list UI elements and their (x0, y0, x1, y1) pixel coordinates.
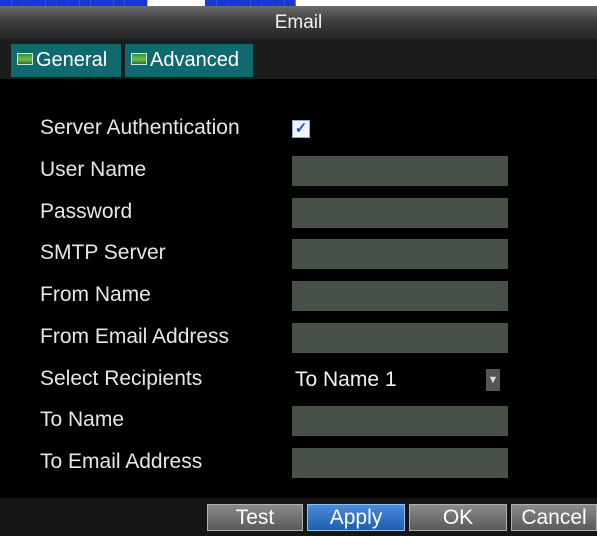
select-recipients-value: To Name 1 (295, 368, 397, 391)
dropdown-arrow-icon[interactable]: ▼ (486, 369, 500, 391)
to-name-label: To Name (40, 408, 125, 431)
cancel-button[interactable]: Cancel (511, 504, 597, 531)
server-authentication-checkbox[interactable]: ✓ (292, 120, 310, 138)
from-name-row: From Name (0, 279, 597, 313)
to-email-address-label: To Email Address (40, 450, 203, 473)
server-authentication-row: Server Authentication ✓ (0, 112, 597, 146)
user-name-label: User Name (40, 158, 147, 181)
tab-advanced[interactable]: Advanced (125, 44, 253, 77)
test-button[interactable]: Test (207, 504, 303, 531)
user-name-field[interactable] (292, 156, 508, 186)
to-email-address-field[interactable] (292, 448, 508, 478)
select-recipients-label: Select Recipients (40, 367, 203, 390)
tab-picture-icon (131, 53, 147, 65)
password-label: Password (40, 200, 133, 223)
to-name-field[interactable] (292, 406, 508, 436)
to-name-row: To Name (0, 404, 597, 438)
to-email-address-row: To Email Address (0, 446, 597, 480)
tab-general-label: General (36, 49, 108, 71)
email-general-form: Server Authentication ✓ User Name Passwo… (0, 79, 597, 479)
smtp-server-label: SMTP Server (40, 241, 166, 264)
from-email-address-label: From Email Address (40, 325, 230, 348)
select-recipients-dropdown[interactable]: To Name 1 ▼ (292, 365, 508, 395)
tab-strip: General Advanced (0, 39, 597, 79)
email-dialog: Email General Advanced Server Authentica… (0, 6, 597, 536)
server-authentication-label: Server Authentication (40, 116, 240, 139)
smtp-server-row: SMTP Server (0, 237, 597, 271)
apply-button[interactable]: Apply (307, 504, 405, 531)
password-row: Password (0, 196, 597, 230)
tab-general[interactable]: General (11, 44, 121, 77)
user-name-row: User Name (0, 154, 597, 188)
from-email-address-row: From Email Address (0, 321, 597, 355)
smtp-server-field[interactable] (292, 239, 508, 269)
top-text-fragment: ████████ (205, 0, 296, 6)
button-bar: Test Apply OK Cancel (0, 498, 597, 536)
tab-picture-icon (17, 53, 33, 65)
ok-button[interactable]: OK (409, 504, 507, 531)
from-name-label: From Name (40, 283, 151, 306)
dialog-title: Email (0, 6, 597, 39)
from-email-address-field[interactable] (292, 323, 508, 353)
checkmark-icon: ✓ (294, 120, 308, 137)
select-recipients-row: Select Recipients To Name 1 ▼ (0, 363, 597, 397)
top-text-fragment: █████████████ (0, 0, 147, 6)
from-name-field[interactable] (292, 281, 508, 311)
tab-advanced-label: Advanced (150, 49, 239, 71)
password-field[interactable] (292, 198, 508, 228)
